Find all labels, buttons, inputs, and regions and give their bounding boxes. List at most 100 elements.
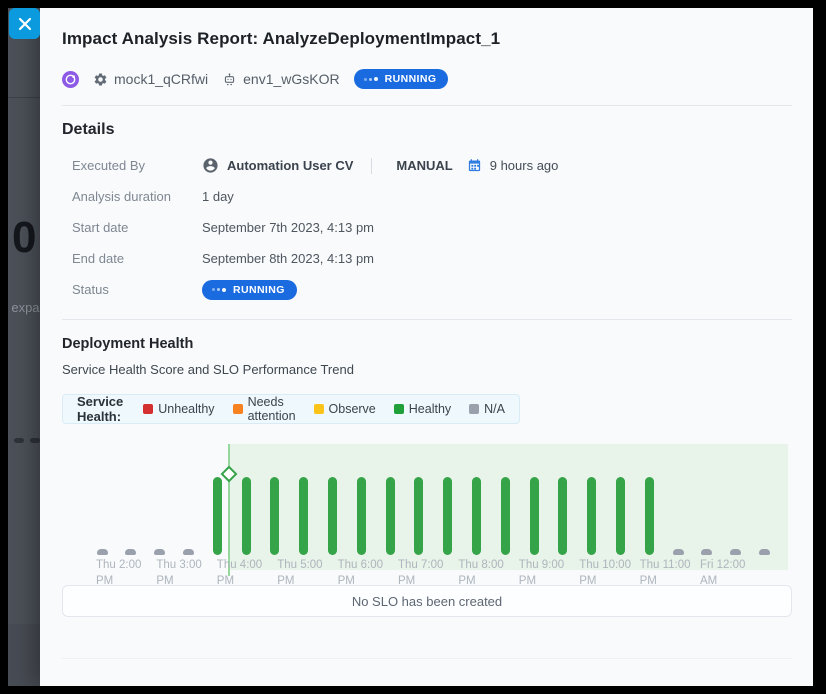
- report-title: Impact Analysis Report: AnalyzeDeploymen…: [62, 29, 789, 49]
- legend-swatch-icon: [394, 404, 404, 414]
- screen: 0 To expand Impact Analysis Report: Anal…: [0, 0, 826, 694]
- slo-empty-state: No SLO has been created: [62, 585, 792, 617]
- trigger-type: MANUAL: [396, 158, 452, 173]
- x-axis-tick: Thu 3:00PM: [156, 558, 201, 589]
- detail-label: Executed By: [72, 158, 202, 173]
- backdrop-metric-glimpse: 0: [12, 214, 36, 262]
- report-meta-row: mock1_qCRfwi env1_wGsKOR RUNNING: [62, 67, 448, 91]
- footer-divider: [62, 658, 792, 659]
- health-bar-healthy[interactable]: [213, 477, 222, 555]
- detail-row-executed-by: Executed By Automation User CV MANUAL 9 …: [62, 150, 792, 181]
- detail-value: September 7th 2023, 4:13 pm: [202, 220, 374, 235]
- detail-value: 1 day: [202, 189, 234, 204]
- deployment-health-heading: Deployment Health: [62, 336, 193, 352]
- health-bar-healthy[interactable]: [270, 477, 279, 555]
- legend-title: Service Health:: [77, 394, 125, 424]
- status-badge: RUNNING: [354, 69, 449, 89]
- close-icon: [18, 17, 32, 31]
- calendar-icon: [467, 158, 482, 173]
- gear-icon: [93, 72, 108, 87]
- health-bar-healthy[interactable]: [587, 477, 596, 555]
- legend-swatch-icon: [469, 404, 479, 414]
- detail-value: September 8th 2023, 4:13 pm: [202, 251, 374, 266]
- vertical-divider: [371, 158, 372, 174]
- x-axis-tick: Thu 10:00PM: [579, 558, 631, 589]
- x-axis-tick: Thu 5:00PM: [277, 558, 322, 589]
- health-bar-na[interactable]: [759, 549, 770, 555]
- environment-meta[interactable]: env1_wGsKOR: [222, 71, 339, 87]
- detail-label: Start date: [72, 220, 202, 235]
- x-axis-tick: Thu 9:00PM: [519, 558, 564, 589]
- detail-row: End date September 8th 2023, 4:13 pm: [62, 243, 792, 274]
- environment-name: env1_wGsKOR: [243, 71, 339, 87]
- legend-swatch-icon: [143, 404, 153, 414]
- details-heading: Details: [62, 121, 114, 139]
- x-axis-tick: Thu 6:00PM: [338, 558, 383, 589]
- health-bar-na[interactable]: [673, 549, 684, 555]
- header-divider: [62, 105, 792, 106]
- health-bar-na[interactable]: [730, 549, 741, 555]
- health-bar-healthy[interactable]: [530, 477, 539, 555]
- health-bar-healthy[interactable]: [472, 477, 481, 555]
- legend-item: Needs attention: [233, 395, 296, 423]
- pulse-dots-icon: [212, 288, 226, 292]
- legend-item: Healthy: [394, 402, 451, 416]
- backdrop-tone-band: [8, 624, 40, 686]
- deployment-health-subtitle: Service Health Score and SLO Performance…: [62, 362, 354, 377]
- health-bar-na[interactable]: [183, 549, 194, 555]
- user-avatar-icon: [202, 157, 219, 174]
- detail-row: Analysis duration 1 day: [62, 181, 792, 212]
- health-bar-na[interactable]: [97, 549, 108, 555]
- detail-label: Status: [72, 282, 202, 297]
- health-bar-na[interactable]: [701, 549, 712, 555]
- x-axis-tick: Thu 4:00PM: [217, 558, 262, 589]
- x-axis-tick: Thu 11:00PM: [640, 558, 691, 589]
- health-bar-healthy[interactable]: [645, 477, 654, 555]
- health-bar-na[interactable]: [154, 549, 165, 555]
- detail-label: Analysis duration: [72, 189, 202, 204]
- legend-items: Unhealthy Needs attention Observe Healthy N/…: [143, 395, 505, 423]
- environment-icon: [222, 72, 237, 87]
- health-trend-chart: Thu 2:00PMThu 3:00PMThu 4:00PMThu 5:00PM…: [62, 438, 792, 583]
- x-axis-tick: Thu 2:00PM: [96, 558, 141, 589]
- executed-time-ago: 9 hours ago: [490, 158, 559, 173]
- service-avatar-icon: [62, 71, 79, 88]
- backdrop-chart-stub: [30, 438, 40, 443]
- status-badge: RUNNING: [202, 280, 297, 300]
- status-badge-label: RUNNING: [385, 73, 437, 85]
- legend-item: Unhealthy: [143, 402, 214, 416]
- health-bar-healthy[interactable]: [299, 477, 308, 555]
- dimmed-page-backdrop: 0 To expand: [8, 8, 40, 686]
- close-drawer-button[interactable]: [9, 8, 40, 39]
- health-bar-healthy[interactable]: [357, 477, 366, 555]
- details-rows: Executed By Automation User CV MANUAL 9 …: [62, 150, 792, 305]
- legend-item: Observe: [314, 402, 376, 416]
- health-bar-healthy[interactable]: [414, 477, 423, 555]
- legend-swatch-icon: [233, 404, 243, 414]
- health-bar-healthy[interactable]: [558, 477, 567, 555]
- x-axis-tick: Thu 7:00PM: [398, 558, 443, 589]
- impact-analysis-drawer: Impact Analysis Report: AnalyzeDeploymen…: [40, 8, 813, 686]
- health-bar-healthy[interactable]: [328, 477, 337, 555]
- status-badge-label: RUNNING: [233, 284, 285, 296]
- service-meta[interactable]: mock1_qCRfwi: [93, 71, 208, 87]
- detail-row-status: Status RUNNING: [62, 274, 792, 305]
- service-name: mock1_qCRfwi: [114, 71, 208, 87]
- legend-item: N/A: [469, 402, 505, 416]
- pulse-dots-icon: [364, 77, 378, 81]
- section-divider: [62, 319, 792, 320]
- health-bar-healthy[interactable]: [386, 477, 395, 555]
- x-axis-tick: Thu 8:00PM: [458, 558, 503, 589]
- backdrop-divider: [8, 97, 40, 98]
- detail-row: Start date September 7th 2023, 4:13 pm: [62, 212, 792, 243]
- backdrop-chart-stub: [14, 438, 24, 443]
- deployment-marker-line: [228, 444, 230, 576]
- health-bar-healthy[interactable]: [616, 477, 625, 555]
- health-bar-na[interactable]: [125, 549, 136, 555]
- service-health-legend: Service Health: Unhealthy Needs attention…: [62, 394, 520, 424]
- health-bar-healthy[interactable]: [501, 477, 510, 555]
- detail-value: RUNNING: [202, 280, 297, 300]
- health-bar-healthy[interactable]: [242, 477, 251, 555]
- health-bar-healthy[interactable]: [443, 477, 452, 555]
- slo-empty-message: No SLO has been created: [352, 594, 502, 609]
